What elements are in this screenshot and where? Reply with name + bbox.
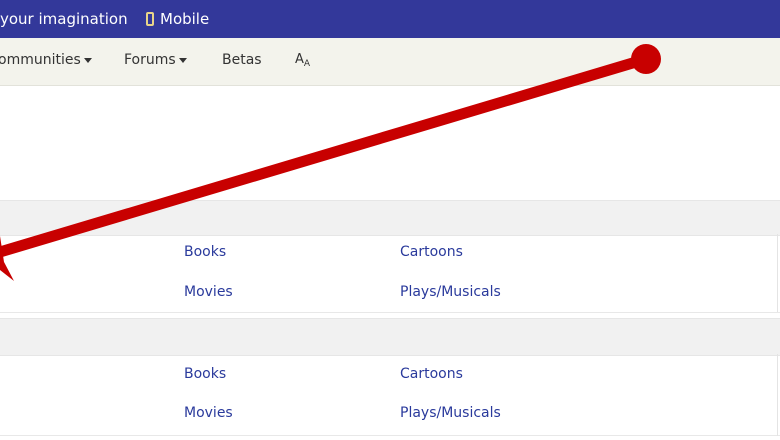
phone-icon <box>146 12 154 26</box>
caret-down-icon <box>83 57 92 63</box>
content-box-border <box>777 234 778 312</box>
link-cartoons[interactable]: Cartoons <box>400 366 463 382</box>
nav-betas[interactable]: Betas <box>222 52 262 68</box>
link-plays-musicals[interactable]: Plays/Musicals <box>400 284 501 300</box>
nav-forums-label: Forums <box>124 52 176 68</box>
nav-communities-label: ommunities <box>0 52 81 68</box>
section-header-1 <box>0 200 780 236</box>
divider <box>0 435 780 436</box>
main-nav: ommunities Forums Betas AA <box>0 38 780 86</box>
top-bar: your imagination Mobile <box>0 0 780 38</box>
link-books[interactable]: Books <box>184 244 226 260</box>
link-movies[interactable]: Movies <box>184 284 233 300</box>
nav-communities[interactable]: ommunities <box>0 52 92 68</box>
page: your imagination Mobile ommunities Forum… <box>0 0 780 440</box>
font-size-big-a: A <box>295 52 304 67</box>
mobile-link[interactable]: Mobile <box>146 10 209 28</box>
section-header-2 <box>0 318 780 356</box>
arrow-head <box>0 236 14 281</box>
caret-down-icon <box>178 57 187 63</box>
link-plays-musicals[interactable]: Plays/Musicals <box>400 405 501 421</box>
link-books[interactable]: Books <box>184 366 226 382</box>
mobile-label: Mobile <box>160 10 210 28</box>
font-size-icon[interactable]: AA <box>295 52 310 69</box>
font-size-small-a: A <box>303 59 311 69</box>
content-box-border <box>777 354 778 436</box>
link-cartoons[interactable]: Cartoons <box>400 244 463 260</box>
link-movies[interactable]: Movies <box>184 405 233 421</box>
tagline: your imagination <box>0 10 128 28</box>
divider <box>0 312 780 313</box>
nav-forums[interactable]: Forums <box>124 52 187 68</box>
